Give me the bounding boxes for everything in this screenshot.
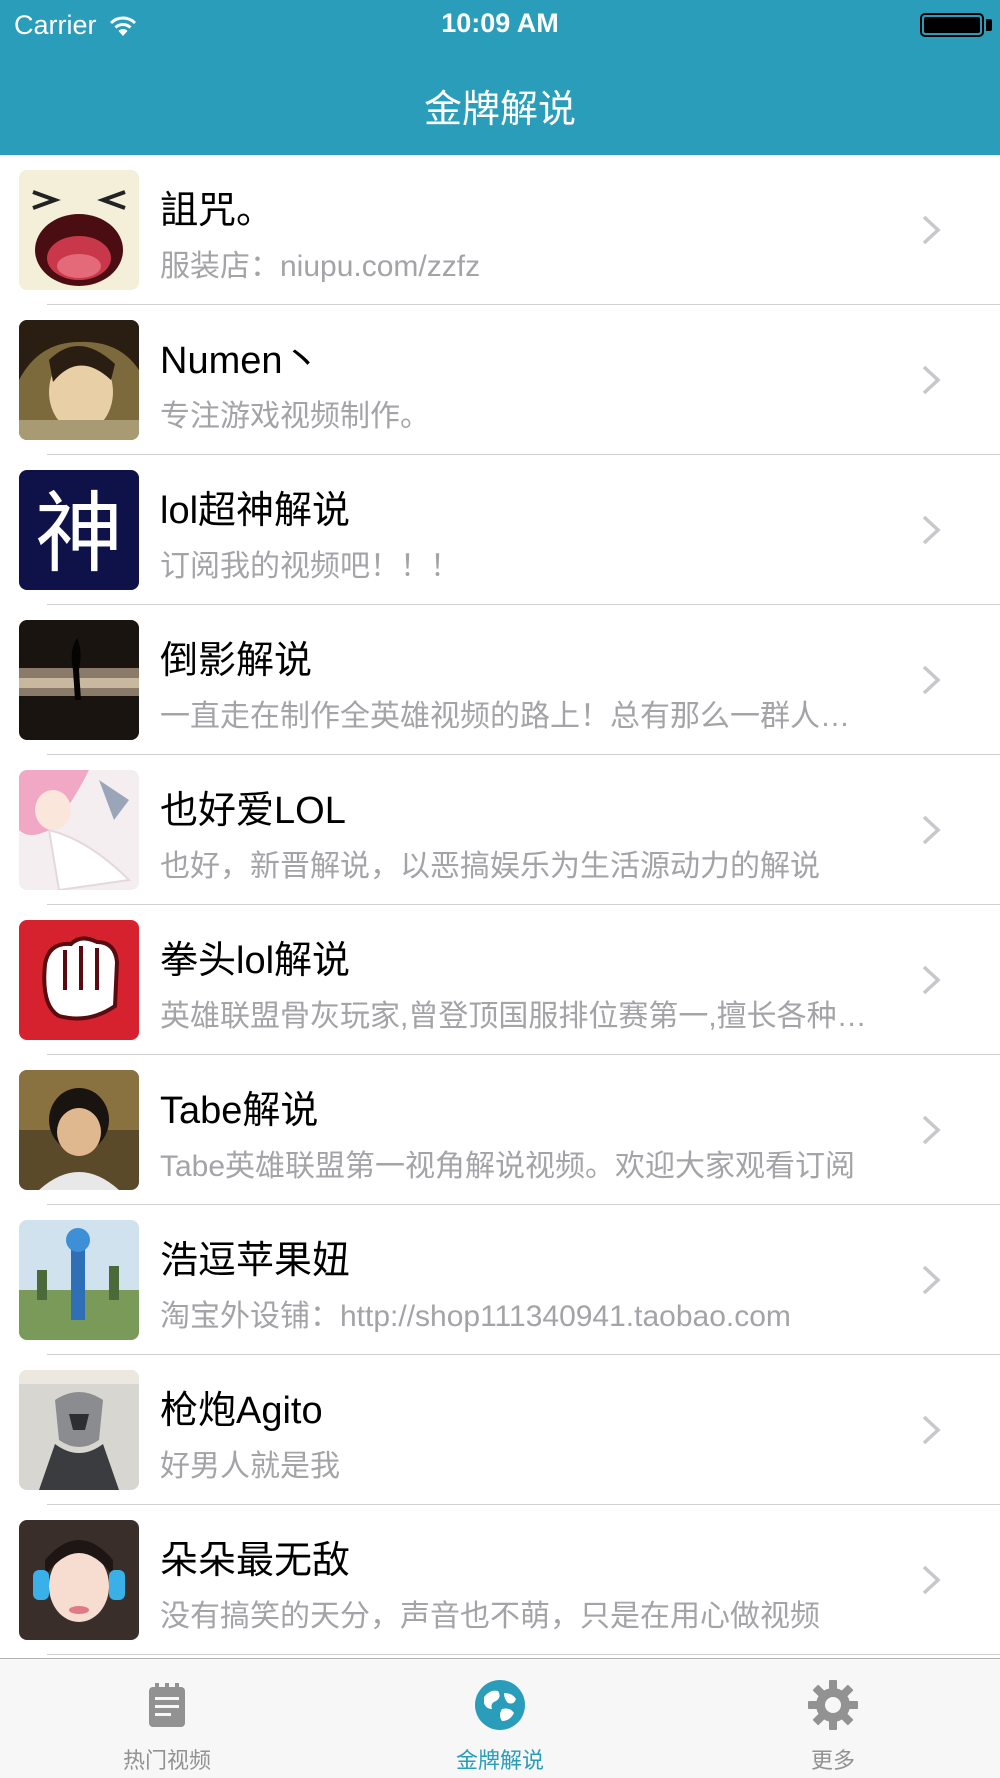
gear-icon xyxy=(808,1680,858,1730)
header: Carrier 10:09 AM 金牌解说 xyxy=(0,0,1000,155)
item-title: Tabe解说 xyxy=(160,1090,319,1132)
chevron-right-icon xyxy=(922,365,941,395)
list-item[interactable]: Tabe解说 Tabe英雄联盟第一视角解说视频。欢迎大家观看订阅 xyxy=(0,1055,1000,1205)
chevron-right-icon xyxy=(922,815,941,845)
chevron-right-icon xyxy=(922,965,941,995)
list-item[interactable]: 詛咒。 服装店：niupu.com/zzfz xyxy=(0,155,1000,305)
battery-tip xyxy=(986,19,992,31)
svg-text:神: 神 xyxy=(35,482,123,585)
chevron-right-icon xyxy=(922,215,941,245)
item-subtitle: 一直走在制作全英雄视频的路上！总有那么一群人在默默支持 xyxy=(160,700,875,733)
outdoor-photo-avatar xyxy=(19,1220,139,1340)
anime-girl-avatar xyxy=(19,770,139,890)
chevron-right-icon xyxy=(922,1415,941,1445)
list-item[interactable]: Numen丶 专注游戏视频制作。 xyxy=(0,305,1000,455)
fist-avatar xyxy=(19,920,139,1040)
item-title: lol超神解说 xyxy=(160,490,351,532)
item-title: 浩逗苹果妞 xyxy=(160,1240,351,1282)
item-title: 朵朵最无敌 xyxy=(160,1540,351,1582)
item-title: 倒影解说 xyxy=(160,640,313,682)
list-item[interactable]: 神 lol超神解说 订阅我的视频吧！！！ xyxy=(0,455,1000,605)
anime-character-avatar xyxy=(19,320,139,440)
chevron-right-icon xyxy=(922,1265,941,1295)
item-subtitle: Tabe英雄联盟第一视角解说视频。欢迎大家观看订阅 xyxy=(160,1150,856,1183)
chevron-right-icon xyxy=(922,515,941,545)
girl-headphones-avatar xyxy=(19,1520,139,1640)
commentator-list[interactable]: 詛咒。 服装店：niupu.com/zzfz Numen丶 专注游戏视频制作。 xyxy=(0,155,1000,1658)
item-subtitle: 英雄联盟骨灰玩家,曾登顶国服排位赛第一,擅长各种英雄 xyxy=(160,1000,875,1033)
tab-label: 热门视频 xyxy=(122,1748,211,1773)
battery-icon xyxy=(920,13,984,37)
list-item[interactable]: 枪炮Agito 好男人就是我 xyxy=(0,1355,1000,1505)
tab-gold-commentary[interactable]: 金牌解说 xyxy=(380,1659,620,1778)
laughing-face-avatar xyxy=(19,170,139,290)
item-title: Numen丶 xyxy=(160,340,321,382)
item-title: 詛咒。 xyxy=(160,190,275,232)
person-photo-avatar xyxy=(19,1070,139,1190)
app-screen: Carrier 10:09 AM 金牌解说 詛咒。 服装店：niupu.com/… xyxy=(0,0,1000,1778)
list-item[interactable]: 倒影解说 一直走在制作全英雄视频的路上！总有那么一群人在默默支持 xyxy=(0,605,1000,755)
tab-label: 更多 xyxy=(810,1748,855,1773)
tab-label: 金牌解说 xyxy=(455,1748,544,1773)
tab-more[interactable]: 更多 xyxy=(713,1659,953,1778)
shen-character-avatar: 神 xyxy=(19,470,139,590)
item-subtitle: 淘宝外设铺：http://shop111340941.taobao.com xyxy=(160,1300,791,1333)
item-title: 拳头lol解说 xyxy=(160,940,351,982)
armored-warrior-avatar xyxy=(19,1370,139,1490)
item-subtitle: 好男人就是我 xyxy=(160,1450,340,1483)
list-item[interactable]: 也好爱LOL 也好，新晋解说，以恶搞娱乐为生活源动力的解说 xyxy=(0,755,1000,905)
globe-icon xyxy=(475,1680,525,1730)
item-subtitle: 服装店：niupu.com/zzfz xyxy=(160,250,481,283)
item-subtitle: 没有搞笑的天分，声音也不萌，只是在用心做视频 xyxy=(160,1600,820,1633)
list-item[interactable]: 拳头lol解说 英雄联盟骨灰玩家,曾登顶国服排位赛第一,擅长各种英雄 xyxy=(0,905,1000,1055)
item-title: 也好爱LOL xyxy=(160,790,346,832)
tab-hot-videos[interactable]: 热门视频 xyxy=(47,1659,287,1778)
chevron-right-icon xyxy=(922,665,941,695)
item-title: 枪炮Agito xyxy=(160,1390,323,1432)
status-time: 10:09 AM xyxy=(441,8,559,38)
silhouette-sunset-avatar xyxy=(19,620,139,740)
list-item[interactable]: 朵朵最无敌 没有搞笑的天分，声音也不萌，只是在用心做视频 xyxy=(0,1505,1000,1655)
page-title: 金牌解说 xyxy=(423,89,576,131)
tab-bar: 热门视频 金牌解说 更多 xyxy=(0,1658,1000,1778)
item-subtitle: 订阅我的视频吧！！！ xyxy=(160,550,460,583)
chevron-right-icon xyxy=(922,1565,941,1595)
item-subtitle: 也好，新晋解说，以恶搞娱乐为生活源动力的解说 xyxy=(160,850,820,883)
list-item[interactable]: 浩逗苹果妞 淘宝外设铺：http://shop111340941.taobao.… xyxy=(0,1205,1000,1355)
item-subtitle: 专注游戏视频制作。 xyxy=(160,400,430,433)
clipboard-icon xyxy=(149,1683,185,1727)
chevron-right-icon xyxy=(922,1115,941,1145)
